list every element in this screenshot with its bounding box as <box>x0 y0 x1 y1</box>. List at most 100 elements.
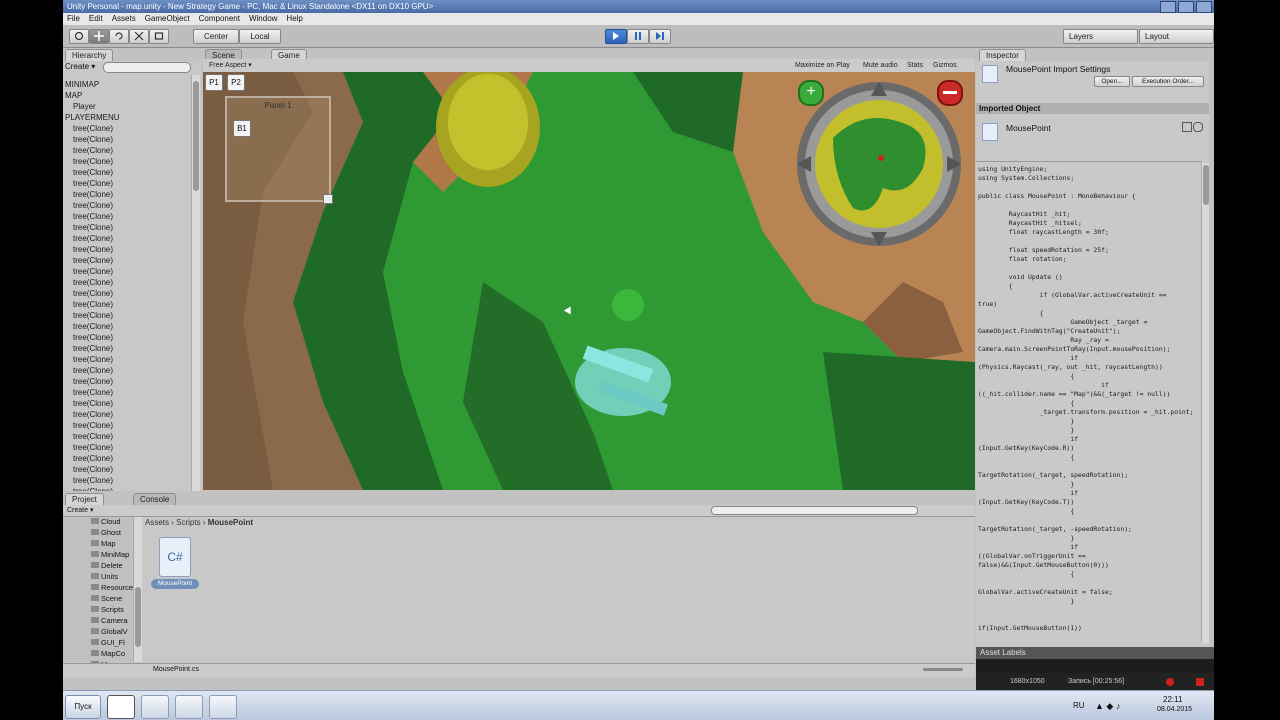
hierarchy-item[interactable]: tree(Clone) <box>65 200 190 211</box>
add-unit-icon[interactable]: + <box>798 80 824 106</box>
keyboard-language[interactable]: RU <box>1073 701 1085 710</box>
icon-size-slider[interactable] <box>923 668 963 671</box>
menu-window[interactable]: Window <box>249 13 277 25</box>
breadcrumb-assets[interactable]: Assets <box>145 518 169 527</box>
project-folder-item[interactable]: Units <box>91 572 118 581</box>
taskbar-chrome-icon[interactable] <box>175 695 203 719</box>
hierarchy-item[interactable]: tree(Clone) <box>65 211 190 222</box>
hierarchy-item[interactable]: PLAYERMENU <box>65 112 190 123</box>
minimize-button[interactable] <box>1160 1 1176 13</box>
hierarchy-item[interactable]: tree(Clone) <box>65 321 190 332</box>
hierarchy-item[interactable]: tree(Clone) <box>65 409 190 420</box>
hierarchy-item[interactable]: tree(Clone) <box>65 387 190 398</box>
hierarchy-item[interactable]: tree(Clone) <box>65 365 190 376</box>
breadcrumb-scripts[interactable]: Scripts <box>176 518 200 527</box>
hierarchy-item[interactable]: tree(Clone) <box>65 189 190 200</box>
project-folder-item[interactable]: Cloud <box>91 517 121 526</box>
hierarchy-item[interactable]: tree(Clone) <box>65 299 190 310</box>
help-icon[interactable] <box>1182 122 1192 132</box>
hierarchy-item[interactable]: Player <box>65 101 190 112</box>
project-folder-item[interactable]: GUI_Fl <box>91 638 125 647</box>
hierarchy-item[interactable]: tree(Clone) <box>65 475 190 486</box>
asset-mousepoint[interactable]: C# MousePoint <box>151 537 201 591</box>
inspector-scrollbar[interactable] <box>1201 163 1209 643</box>
project-folder-item[interactable]: Camera <box>91 616 128 625</box>
project-folder-item[interactable]: Scripts <box>91 605 124 614</box>
taskbar-explorer-icon[interactable] <box>141 695 169 719</box>
hierarchy-item[interactable]: tree(Clone) <box>65 288 190 299</box>
menu-gameobject[interactable]: GameObject <box>145 13 190 25</box>
hierarchy-item[interactable]: tree(Clone) <box>65 398 190 409</box>
menu-help[interactable]: Help <box>286 13 302 25</box>
maximize-button[interactable] <box>1178 1 1194 13</box>
hierarchy-item[interactable]: tree(Clone) <box>65 167 190 178</box>
project-search-input[interactable] <box>711 506 918 515</box>
hierarchy-item[interactable]: MAP <box>65 90 190 101</box>
menu-assets[interactable]: Assets <box>112 13 136 25</box>
hierarchy-item[interactable]: MINIMAP <box>65 79 190 90</box>
hierarchy-item[interactable]: tree(Clone) <box>65 255 190 266</box>
project-folder-item[interactable]: GlobalV <box>91 627 128 636</box>
hierarchy-item[interactable]: tree(Clone) <box>65 431 190 442</box>
rect-tool-button[interactable] <box>149 29 169 44</box>
hierarchy-item[interactable]: tree(Clone) <box>65 222 190 233</box>
stats-toggle[interactable]: Stats <box>907 59 923 72</box>
breadcrumb-mousepoint[interactable]: MousePoint <box>208 518 253 527</box>
step-button[interactable] <box>649 29 671 44</box>
hierarchy-item[interactable]: tree(Clone) <box>65 376 190 387</box>
remove-unit-icon[interactable] <box>937 80 963 106</box>
mute-audio-toggle[interactable]: Mute audio <box>863 59 898 72</box>
hierarchy-item[interactable]: tree(Clone) <box>65 145 190 156</box>
hierarchy-item[interactable]: tree(Clone) <box>65 420 190 431</box>
close-button[interactable] <box>1196 1 1212 13</box>
hierarchy-item[interactable]: tree(Clone) <box>65 156 190 167</box>
project-folder-item[interactable]: Ghost <box>91 528 121 537</box>
menu-edit[interactable]: Edit <box>89 13 103 25</box>
hierarchy-scroll-thumb[interactable] <box>193 81 199 191</box>
menu-component[interactable]: Component <box>199 13 240 25</box>
hierarchy-item[interactable]: tree(Clone) <box>65 310 190 321</box>
space-toggle-button[interactable]: Local <box>239 29 281 44</box>
hierarchy-item[interactable]: tree(Clone) <box>65 354 190 365</box>
hierarchy-create-button[interactable]: Create ▾ <box>65 62 95 71</box>
stop-icon[interactable] <box>1196 678 1204 686</box>
aspect-dropdown[interactable]: Free Aspect ▾ <box>209 59 252 72</box>
execution-order-button[interactable]: Execution Order... <box>1132 76 1204 87</box>
project-folder-item[interactable]: Delete <box>91 561 123 570</box>
project-create-button[interactable]: Create ▾ <box>67 506 93 514</box>
rotate-tool-button[interactable] <box>109 29 129 44</box>
tray-icons[interactable]: ▲ ◆ ♪ <box>1095 701 1120 712</box>
hierarchy-search-input[interactable] <box>103 62 191 73</box>
hierarchy-item[interactable]: tree(Clone) <box>65 332 190 343</box>
project-tree-scrollbar[interactable] <box>133 517 142 662</box>
inspector-scroll-thumb[interactable] <box>1203 165 1209 205</box>
game-viewport[interactable]: P1 P2 Panel 1 B1 + <box>203 72 975 490</box>
layout-dropdown[interactable]: Layout <box>1139 29 1214 44</box>
pivot-toggle-button[interactable]: Center <box>193 29 239 44</box>
scale-tool-button[interactable] <box>129 29 149 44</box>
b1-button[interactable]: B1 <box>233 120 251 137</box>
hierarchy-item[interactable]: tree(Clone) <box>65 266 190 277</box>
project-folder-item[interactable]: Scene <box>91 594 122 603</box>
hierarchy-item[interactable]: tree(Clone) <box>65 464 190 475</box>
move-tool-button[interactable] <box>89 29 109 44</box>
project-folder-item[interactable]: MapCo <box>91 649 125 658</box>
hand-tool-button[interactable] <box>69 29 89 44</box>
gear-icon[interactable] <box>1193 122 1203 132</box>
maximize-on-play-toggle[interactable]: Maximize on Play <box>795 59 850 72</box>
p2-button[interactable]: P2 <box>227 74 245 91</box>
hierarchy-scrollbar[interactable] <box>191 75 200 491</box>
hierarchy-item[interactable]: tree(Clone) <box>65 244 190 255</box>
record-icon[interactable] <box>1166 678 1174 686</box>
hierarchy-item[interactable]: tree(Clone) <box>65 486 190 491</box>
open-button[interactable]: Open... <box>1094 76 1130 87</box>
hierarchy-item[interactable]: tree(Clone) <box>65 134 190 145</box>
ui-panel-resize-handle[interactable] <box>323 194 333 204</box>
hierarchy-item[interactable]: tree(Clone) <box>65 343 190 354</box>
taskbar-recorder-icon[interactable] <box>209 695 237 719</box>
hierarchy-item[interactable]: tree(Clone) <box>65 123 190 134</box>
hierarchy-item[interactable]: tree(Clone) <box>65 178 190 189</box>
hierarchy-item[interactable]: tree(Clone) <box>65 453 190 464</box>
p1-button[interactable]: P1 <box>205 74 223 91</box>
start-button[interactable]: Пуск <box>65 695 101 719</box>
